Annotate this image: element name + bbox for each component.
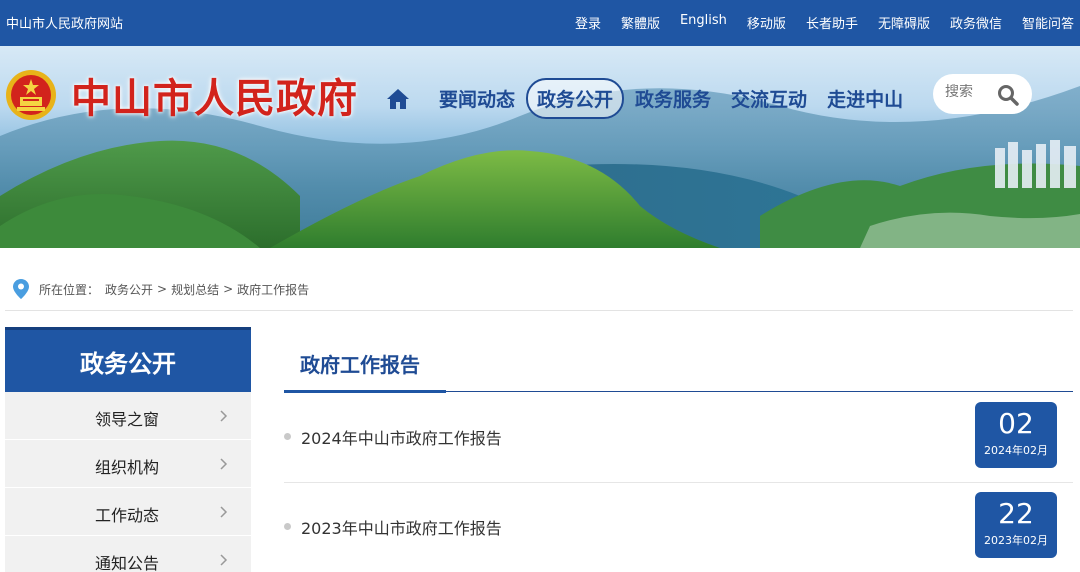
breadcrumb-separator: > — [157, 282, 168, 296]
date-year-month: 2024年02月 — [984, 444, 1048, 457]
list-item[interactable]: 2023年中山市政府工作报告 22 2023年02月 — [284, 483, 1073, 572]
home-icon[interactable] — [386, 88, 410, 110]
nav-services[interactable]: 政务服务 — [626, 80, 720, 117]
english-link[interactable]: English — [680, 13, 727, 32]
traditional-chinese-link[interactable]: 繁體版 — [621, 13, 660, 32]
site-logo[interactable]: 中山市人民政府 — [5, 66, 358, 124]
chevron-right-icon — [220, 506, 228, 518]
nav-interaction[interactable]: 交流互动 — [722, 80, 816, 117]
bullet-dot — [284, 523, 291, 530]
date-year-month: 2023年02月 — [984, 534, 1048, 547]
sidebar: 政务公开 领导之窗 组织机构 工作动态 通知公告 — [5, 327, 251, 572]
site-title: 中山市人民政府 — [71, 75, 358, 122]
nav-gov-affairs[interactable]: 政务公开 — [526, 78, 625, 119]
search-input[interactable] — [945, 84, 995, 100]
date-badge: 22 2023年02月 — [975, 492, 1057, 558]
elderly-assistant-link[interactable]: 长者助手 — [806, 13, 858, 32]
chevron-right-icon — [220, 410, 228, 422]
breadcrumb: 所在位置： 政务公开 > 规划总结 > 政府工作报告 — [13, 279, 309, 299]
sidebar-item-label: 通知公告 — [95, 554, 160, 572]
sidebar-item-label: 工作动态 — [95, 506, 160, 525]
top-bar: 中山市人民政府网站 登录 繁體版 English 移动版 长者助手 无障碍版 政… — [0, 0, 1080, 46]
sidebar-item-work-news[interactable]: 工作动态 — [5, 488, 251, 536]
sidebar-item-label: 组织机构 — [95, 458, 160, 477]
mobile-version-link[interactable]: 移动版 — [747, 13, 786, 32]
accessibility-link[interactable]: 无障碍版 — [878, 13, 930, 32]
list-item-title[interactable]: 2023年中山市政府工作报告 — [301, 515, 502, 539]
sidebar-item-notices[interactable]: 通知公告 — [5, 536, 251, 572]
search-icon[interactable] — [997, 84, 1019, 106]
main-nav: 要闻动态 政务公开 政务服务 交流互动 走进中山 — [386, 78, 914, 119]
bullet-dot — [284, 433, 291, 440]
nav-about-zhongshan[interactable]: 走进中山 — [818, 80, 912, 117]
breadcrumb-prefix: 所在位置： — [39, 282, 100, 297]
breadcrumb-separator: > — [223, 282, 234, 296]
location-pin-icon — [13, 279, 29, 299]
top-links: 登录 繁體版 English 移动版 长者助手 无障碍版 政务微信 智能问答 — [555, 13, 1074, 32]
sidebar-heading: 政务公开 — [5, 327, 251, 392]
national-emblem-icon — [6, 70, 56, 120]
smart-qa-link[interactable]: 智能问答 — [1022, 13, 1074, 32]
breadcrumb-item-reports[interactable]: 政府工作报告 — [237, 281, 309, 298]
list-item[interactable]: 2024年中山市政府工作报告 02 2024年02月 — [284, 393, 1073, 483]
header-banner: 中山市人民政府 要闻动态 政务公开 政务服务 交流互动 走进中山 — [0, 46, 1080, 248]
breadcrumb-item-gov-affairs[interactable]: 政务公开 — [105, 281, 153, 298]
date-day: 02 — [998, 407, 1034, 440]
site-name: 中山市人民政府网站 — [6, 17, 124, 32]
divider — [5, 310, 1073, 311]
page-title: 政府工作报告 — [300, 353, 420, 377]
date-day: 22 — [998, 497, 1034, 530]
search-box — [933, 74, 1032, 114]
date-badge: 02 2024年02月 — [975, 402, 1057, 468]
nav-news[interactable]: 要闻动态 — [430, 80, 524, 117]
sidebar-item-label: 领导之窗 — [95, 410, 160, 429]
sidebar-item-leaders[interactable]: 领导之窗 — [5, 392, 251, 440]
breadcrumb-item-plans[interactable]: 规划总结 — [171, 281, 219, 298]
wechat-link[interactable]: 政务微信 — [950, 13, 1002, 32]
chevron-right-icon — [220, 458, 228, 470]
sidebar-item-organization[interactable]: 组织机构 — [5, 440, 251, 488]
chevron-right-icon — [220, 554, 228, 566]
list-item-title[interactable]: 2024年中山市政府工作报告 — [301, 425, 502, 449]
login-link[interactable]: 登录 — [575, 13, 601, 32]
